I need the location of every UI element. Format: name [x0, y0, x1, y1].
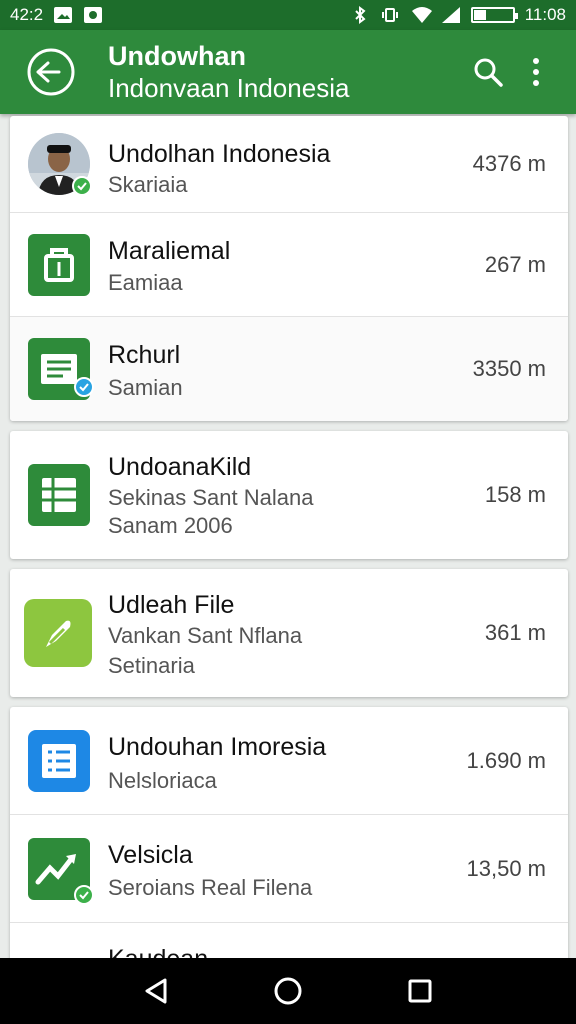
item-size: 13,50 m: [466, 855, 547, 881]
item-size: 158 m: [484, 482, 546, 507]
item-subtitle: Seroians Real Filena: [108, 875, 313, 900]
system-nav-bar: [0, 958, 576, 1024]
item-subtitle: Skariaia: [108, 172, 188, 197]
verified-check-icon: [72, 176, 92, 196]
item-title: Maraliemal: [108, 237, 231, 265]
item-subtitle: Samian: [108, 375, 183, 400]
nav-back-icon[interactable]: [134, 969, 178, 1013]
list-item[interactable]: Rchurl Samian 3350 m: [10, 317, 568, 421]
list-card: UndoanaKild Sekinas Sant Nalana Sanam 20…: [10, 431, 568, 559]
image-notification-icon: [53, 6, 73, 24]
list-item[interactable]: UndoanaKild Sekinas Sant Nalana Sanam 20…: [10, 431, 568, 559]
nav-recents-icon[interactable]: [398, 969, 442, 1013]
item-title: Undouhan Imoresia: [108, 733, 327, 761]
item-size: 3350 m: [472, 356, 546, 381]
item-size: 267 m: [484, 251, 546, 277]
item-title: UndoanaKild: [108, 453, 252, 481]
list-card: Undolhan Indonesia Skariaia 4376 m Maral…: [10, 116, 568, 421]
status-bar: 42:2 11:08: [0, 0, 576, 30]
vibrate-icon: [381, 6, 401, 24]
item-subtitle-2: Setinaria: [108, 653, 195, 678]
item-title: Undolhan Indonesia: [108, 140, 331, 168]
file-list: Undolhan Indonesia Skariaia 4376 m Maral…: [10, 116, 568, 993]
sheet-icon: [28, 464, 90, 526]
list-item[interactable]: Maraliemal Eamiaa 267 m: [10, 213, 568, 317]
blue-check-icon: [74, 377, 94, 397]
list-icon: [28, 729, 90, 792]
battery-icon: [470, 7, 518, 23]
status-time-left: 42:2: [10, 5, 44, 24]
verified-check-icon: [74, 885, 94, 905]
item-size: 361 m: [484, 620, 546, 645]
item-size: 4376 m: [472, 151, 546, 176]
item-title: Rchurl: [108, 341, 181, 369]
item-size: 1.690 m: [466, 747, 547, 773]
back-arrow-icon[interactable]: [22, 43, 80, 101]
bag-icon: [28, 233, 90, 296]
item-subtitle: Eamiaa: [108, 270, 183, 295]
list-item[interactable]: Undouhan Imoresia Nelsloriaca 1.690 m: [10, 707, 568, 815]
nav-home-icon[interactable]: [266, 969, 310, 1013]
item-title: Udleah File: [108, 591, 235, 619]
search-icon[interactable]: [464, 48, 512, 96]
bluetooth-off-icon: [351, 6, 371, 24]
pen-icon: [24, 599, 92, 667]
list-card: Undouhan Imoresia Nelsloriaca 1.690 m Ve…: [10, 707, 568, 983]
more-vert-icon[interactable]: [512, 48, 560, 96]
item-subtitle: Sekinas Sant Nalana: [108, 485, 314, 510]
item-subtitle: Nelsloriaca: [108, 768, 217, 793]
app-bar: Undowhan Indonvaan Indonesia: [0, 30, 576, 114]
app-title: Undowhan: [108, 41, 246, 71]
list-item[interactable]: Velsicla Seroians Real Filena 13,50 m: [10, 815, 568, 923]
status-time: 11:08: [524, 5, 566, 24]
list-item[interactable]: Udleah File Vankan Sant Nflana Setinaria…: [10, 569, 568, 697]
camera-notification-icon: [83, 6, 103, 24]
cell-signal-icon: [441, 6, 461, 24]
list-card: Udleah File Vankan Sant Nflana Setinaria…: [10, 569, 568, 697]
item-subtitle: Vankan Sant Nflana: [108, 623, 303, 648]
item-subtitle-2: Sanam 2006: [108, 513, 233, 538]
item-title: Velsicla: [108, 841, 193, 869]
app-subtitle: Indonvaan Indonesia: [108, 73, 350, 103]
list-item[interactable]: Undolhan Indonesia Skariaia 4376 m: [10, 116, 568, 213]
wifi-icon: [411, 6, 432, 24]
